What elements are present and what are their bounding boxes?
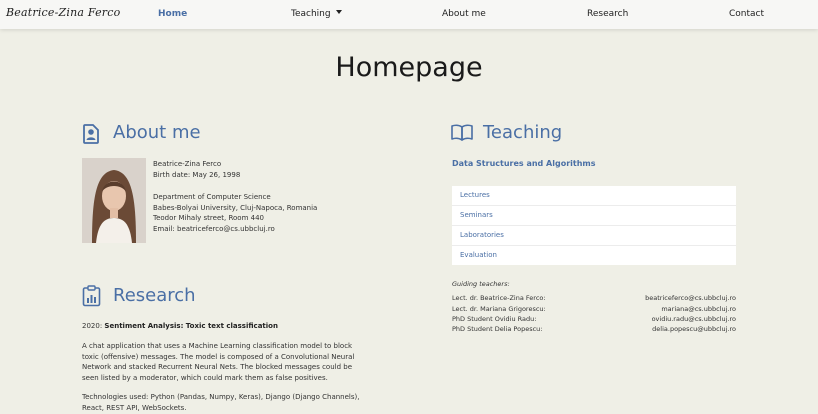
research-description: A chat application that uses a Machine L… — [82, 342, 355, 382]
course-link-seminars[interactable]: Seminars — [452, 206, 736, 226]
nav-teaching-dropdown[interactable]: Teaching — [291, 9, 342, 19]
teacher-email: beatriceferco@cs.ubbcluj.ro — [645, 294, 736, 302]
course-link-lectures[interactable]: Lectures — [452, 186, 736, 206]
nav-research[interactable]: Research — [587, 9, 628, 19]
brand-logo[interactable]: Beatrice-Zina Ferco — [6, 6, 120, 19]
person-badge-icon — [83, 124, 99, 144]
about-address: Teodor Mihaly street, Room 440 — [153, 214, 264, 222]
page-title: Homepage — [335, 52, 483, 83]
teacher-email: mariana@cs.ubbcluj.ro — [661, 305, 736, 313]
teacher-row: Lect. dr. Mariana Grigorescu: mariana@cs… — [452, 305, 736, 315]
teacher-name: Lect. dr. Mariana Grigorescu: — [452, 305, 546, 313]
about-university: Babes-Bolyai University, Cluj-Napoca, Ro… — [153, 204, 318, 212]
about-heading: About me — [113, 122, 201, 143]
open-book-icon — [451, 124, 473, 141]
research-technologies: Technologies used: Python (Pandas, Numpy… — [82, 393, 360, 412]
nav-contact[interactable]: Contact — [729, 9, 764, 19]
guiding-teachers-label: Guiding teachers: — [452, 280, 510, 288]
research-project-line: 2020: Sentiment Analysis: Toxic text cla… — [82, 321, 362, 332]
course-title: Data Structures and Algorithms — [452, 159, 596, 168]
course-link-laboratories[interactable]: Laboratories — [452, 226, 736, 246]
teacher-name: PhD Student Delia Popescu: — [452, 325, 543, 333]
course-link-evaluation[interactable]: Evaluation — [452, 246, 736, 265]
teacher-row: PhD Student Ovidiu Radu: ovidiu.radu@cs.… — [452, 315, 736, 325]
research-year: 2020: — [82, 322, 103, 330]
nav-teaching-label: Teaching — [291, 9, 331, 19]
teacher-name: PhD Student Ovidiu Radu: — [452, 315, 537, 323]
teacher-name: Lect. dr. Beatrice-Zina Ferco: — [452, 294, 546, 302]
research-project-title: Sentiment Analysis: Toxic text classific… — [104, 322, 278, 330]
course-links-list: Lectures Seminars Laboratories Evaluatio… — [452, 186, 736, 265]
nav-home[interactable]: Home — [158, 9, 187, 19]
about-name: Beatrice-Zina Ferco — [153, 160, 222, 168]
teacher-email: delia.popescu@ubbcluj.ro — [652, 325, 736, 333]
about-birth: Birth date: May 26, 1998 — [153, 171, 241, 179]
about-department: Department of Computer Science — [153, 193, 271, 201]
teacher-email: ovidiu.radu@cs.ubbcluj.ro — [651, 315, 736, 323]
profile-photo — [82, 158, 146, 243]
top-navbar: Beatrice-Zina Ferco Home Teaching About … — [0, 0, 818, 29]
teaching-heading: Teaching — [483, 122, 563, 143]
caret-down-icon — [335, 10, 342, 14]
research-heading: Research — [113, 285, 196, 306]
teacher-row: Lect. dr. Beatrice-Zina Ferco: beatricef… — [452, 294, 736, 304]
nav-about[interactable]: About me — [442, 9, 486, 19]
clipboard-chart-icon — [82, 285, 101, 307]
teacher-row: PhD Student Delia Popescu: delia.popescu… — [452, 325, 736, 335]
about-email: Email: beatriceferco@cs.ubbcluj.ro — [153, 225, 275, 233]
